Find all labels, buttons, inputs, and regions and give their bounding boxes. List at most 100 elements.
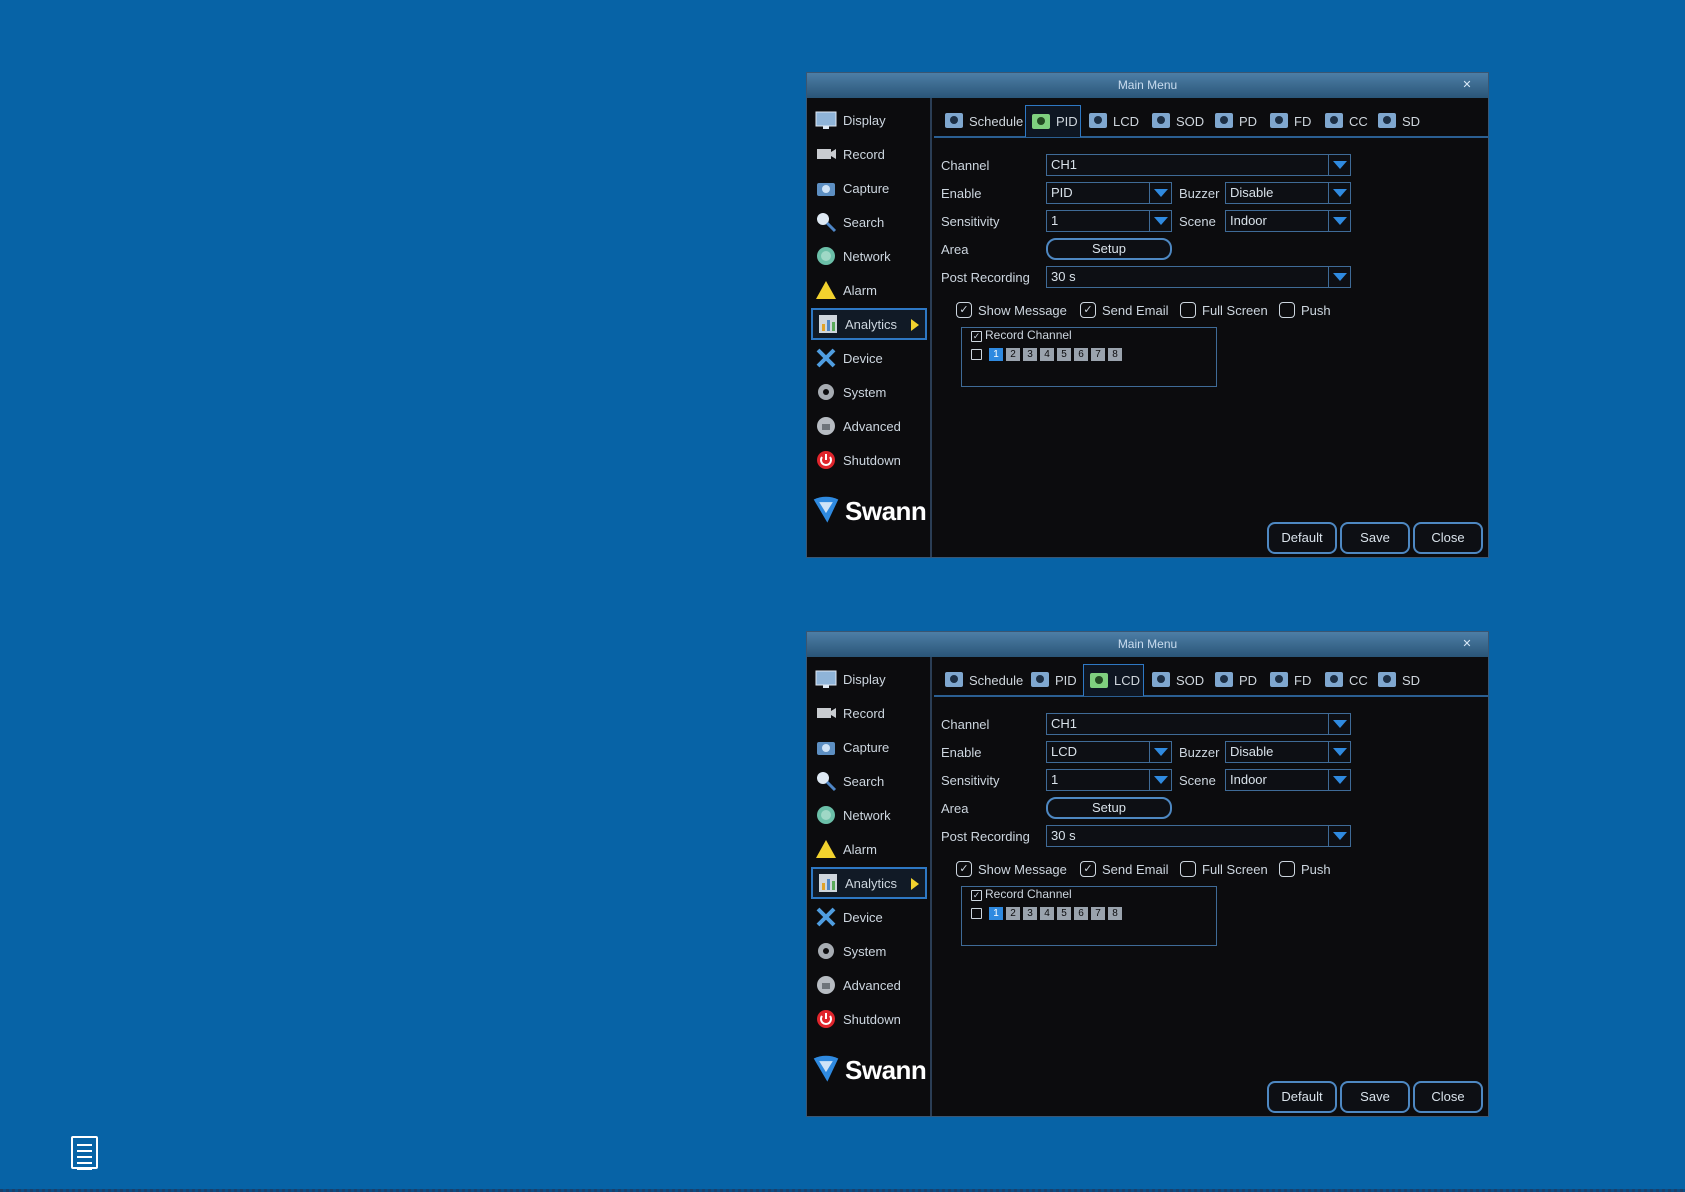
enable-select[interactable]: LCD xyxy=(1046,741,1172,763)
post-recording-value: 30 s xyxy=(1051,269,1076,284)
sidebar-item-system[interactable]: System xyxy=(811,376,927,408)
tab-schedule[interactable]: Schedule xyxy=(939,105,1023,137)
tab-sd[interactable]: SD xyxy=(1372,105,1422,137)
record-channel-checkbox[interactable]: ✓ xyxy=(971,331,982,342)
tab-pd[interactable]: PD xyxy=(1209,664,1262,696)
tab-sod[interactable]: SOD xyxy=(1146,664,1207,696)
tab-label: FD xyxy=(1294,672,1312,688)
sidebar-item-device[interactable]: Device xyxy=(811,342,927,374)
channel-select[interactable]: CH1 xyxy=(1046,713,1351,735)
record-channel-checkbox[interactable]: ✓ xyxy=(971,890,982,901)
chevron-down-icon xyxy=(1328,267,1350,287)
channel-select[interactable]: CH1 xyxy=(1046,154,1351,176)
record-channel-6[interactable]: 6 xyxy=(1074,907,1088,920)
tab-fd[interactable]: FD xyxy=(1264,664,1317,696)
sidebar-item-analytics[interactable]: Analytics xyxy=(811,867,927,899)
show-message-checkbox[interactable]: ✓ xyxy=(956,302,972,318)
sidebar-item-search[interactable]: Search xyxy=(811,206,927,238)
post-recording-select[interactable]: 30 s xyxy=(1046,825,1351,847)
sidebar-item-alarm[interactable]: Alarm xyxy=(811,274,927,306)
record-channel-8[interactable]: 8 xyxy=(1108,348,1122,361)
sidebar-item-network[interactable]: Network xyxy=(811,240,927,272)
post-recording-select[interactable]: 30 s xyxy=(1046,266,1351,288)
record-channel-4[interactable]: 4 xyxy=(1040,907,1054,920)
tab-schedule[interactable]: Schedule xyxy=(939,664,1023,696)
record-channel-8[interactable]: 8 xyxy=(1108,907,1122,920)
scene-select[interactable]: Indoor xyxy=(1225,769,1351,791)
send-email-checkbox[interactable]: ✓ xyxy=(1080,302,1096,318)
tab-lcd[interactable]: LCD xyxy=(1083,105,1144,137)
close-button[interactable]: Close xyxy=(1413,522,1483,554)
full-screen-checkbox[interactable] xyxy=(1180,861,1196,877)
setup-button[interactable]: Setup xyxy=(1046,797,1172,819)
buzzer-select[interactable]: Disable xyxy=(1225,741,1351,763)
all-channels-checkbox[interactable] xyxy=(971,908,982,919)
sidebar-item-record[interactable]: Record xyxy=(811,697,927,729)
scene-value: Indoor xyxy=(1230,213,1267,228)
sidebar-item-search[interactable]: Search xyxy=(811,765,927,797)
record-channel-2[interactable]: 2 xyxy=(1006,348,1020,361)
sensitivity-select[interactable]: 1 xyxy=(1046,769,1172,791)
sidebar-menu: Display Record Capture Search Network Alarm An… xyxy=(807,98,932,557)
default-button[interactable]: Default xyxy=(1267,522,1337,554)
sidebar-item-label: Shutdown xyxy=(843,1011,901,1027)
enable-select[interactable]: PID xyxy=(1046,182,1172,204)
sidebar-item-alarm[interactable]: Alarm xyxy=(811,833,927,865)
tab-sod[interactable]: SOD xyxy=(1146,105,1207,137)
all-channels-checkbox[interactable] xyxy=(971,349,982,360)
record-channel-5[interactable]: 5 xyxy=(1057,907,1071,920)
window-close-icon[interactable]: ✕ xyxy=(1458,638,1476,650)
tab-pid[interactable]: PID xyxy=(1025,105,1081,137)
sidebar-item-record[interactable]: Record xyxy=(811,138,927,170)
tab-label: CC xyxy=(1349,672,1368,688)
record-channel-1[interactable]: 1 xyxy=(989,348,1003,361)
record-channel-3[interactable]: 3 xyxy=(1023,907,1037,920)
tab-cc[interactable]: CC xyxy=(1319,664,1370,696)
save-button[interactable]: Save xyxy=(1340,1081,1410,1113)
send-email-checkbox[interactable]: ✓ xyxy=(1080,861,1096,877)
close-button[interactable]: Close xyxy=(1413,1081,1483,1113)
sidebar-item-analytics[interactable]: Analytics xyxy=(811,308,927,340)
tab-pd[interactable]: PD xyxy=(1209,105,1262,137)
record-channel-6[interactable]: 6 xyxy=(1074,348,1088,361)
tab-sd[interactable]: SD xyxy=(1372,664,1422,696)
tab-pid[interactable]: PID xyxy=(1025,664,1081,696)
window-title: Main Menu xyxy=(1117,78,1178,92)
sidebar-item-capture[interactable]: Capture xyxy=(811,731,927,763)
sidebar-item-advanced[interactable]: Advanced xyxy=(811,410,927,442)
tab-cc[interactable]: CC xyxy=(1319,105,1370,137)
record-channel-5[interactable]: 5 xyxy=(1057,348,1071,361)
show-message-checkbox[interactable]: ✓ xyxy=(956,861,972,877)
buzzer-value: Disable xyxy=(1230,185,1274,200)
sidebar-item-capture[interactable]: Capture xyxy=(811,172,927,204)
record-channel-3[interactable]: 3 xyxy=(1023,348,1037,361)
window-close-icon[interactable]: ✕ xyxy=(1458,79,1476,91)
sidebar-item-system[interactable]: System xyxy=(811,935,927,967)
tab-lcd[interactable]: LCD xyxy=(1083,664,1144,696)
record-channel-1[interactable]: 1 xyxy=(989,907,1003,920)
camera-analytics-icon xyxy=(1268,110,1290,132)
buzzer-select[interactable]: Disable xyxy=(1225,182,1351,204)
record-channel-4[interactable]: 4 xyxy=(1040,348,1054,361)
sensitivity-select[interactable]: 1 xyxy=(1046,210,1172,232)
scene-select[interactable]: Indoor xyxy=(1225,210,1351,232)
record-channel-7[interactable]: 7 xyxy=(1091,907,1105,920)
sidebar-item-device[interactable]: Device xyxy=(811,901,927,933)
default-button[interactable]: Default xyxy=(1267,1081,1337,1113)
full-screen-checkbox[interactable] xyxy=(1180,302,1196,318)
capture-icon xyxy=(815,177,837,199)
setup-button[interactable]: Setup xyxy=(1046,238,1172,260)
tab-fd[interactable]: FD xyxy=(1264,105,1317,137)
sidebar-item-label: Search xyxy=(843,773,885,789)
sidebar-item-advanced[interactable]: Advanced xyxy=(811,969,927,1001)
push-checkbox[interactable] xyxy=(1279,302,1295,318)
push-checkbox[interactable] xyxy=(1279,861,1295,877)
sidebar-item-display[interactable]: Display xyxy=(811,104,927,136)
record-channel-7[interactable]: 7 xyxy=(1091,348,1105,361)
save-button[interactable]: Save xyxy=(1340,522,1410,554)
sidebar-item-shutdown[interactable]: Shutdown xyxy=(811,444,927,476)
sidebar-item-display[interactable]: Display xyxy=(811,663,927,695)
sidebar-item-shutdown[interactable]: Shutdown xyxy=(811,1003,927,1035)
record-channel-2[interactable]: 2 xyxy=(1006,907,1020,920)
sidebar-item-network[interactable]: Network xyxy=(811,799,927,831)
